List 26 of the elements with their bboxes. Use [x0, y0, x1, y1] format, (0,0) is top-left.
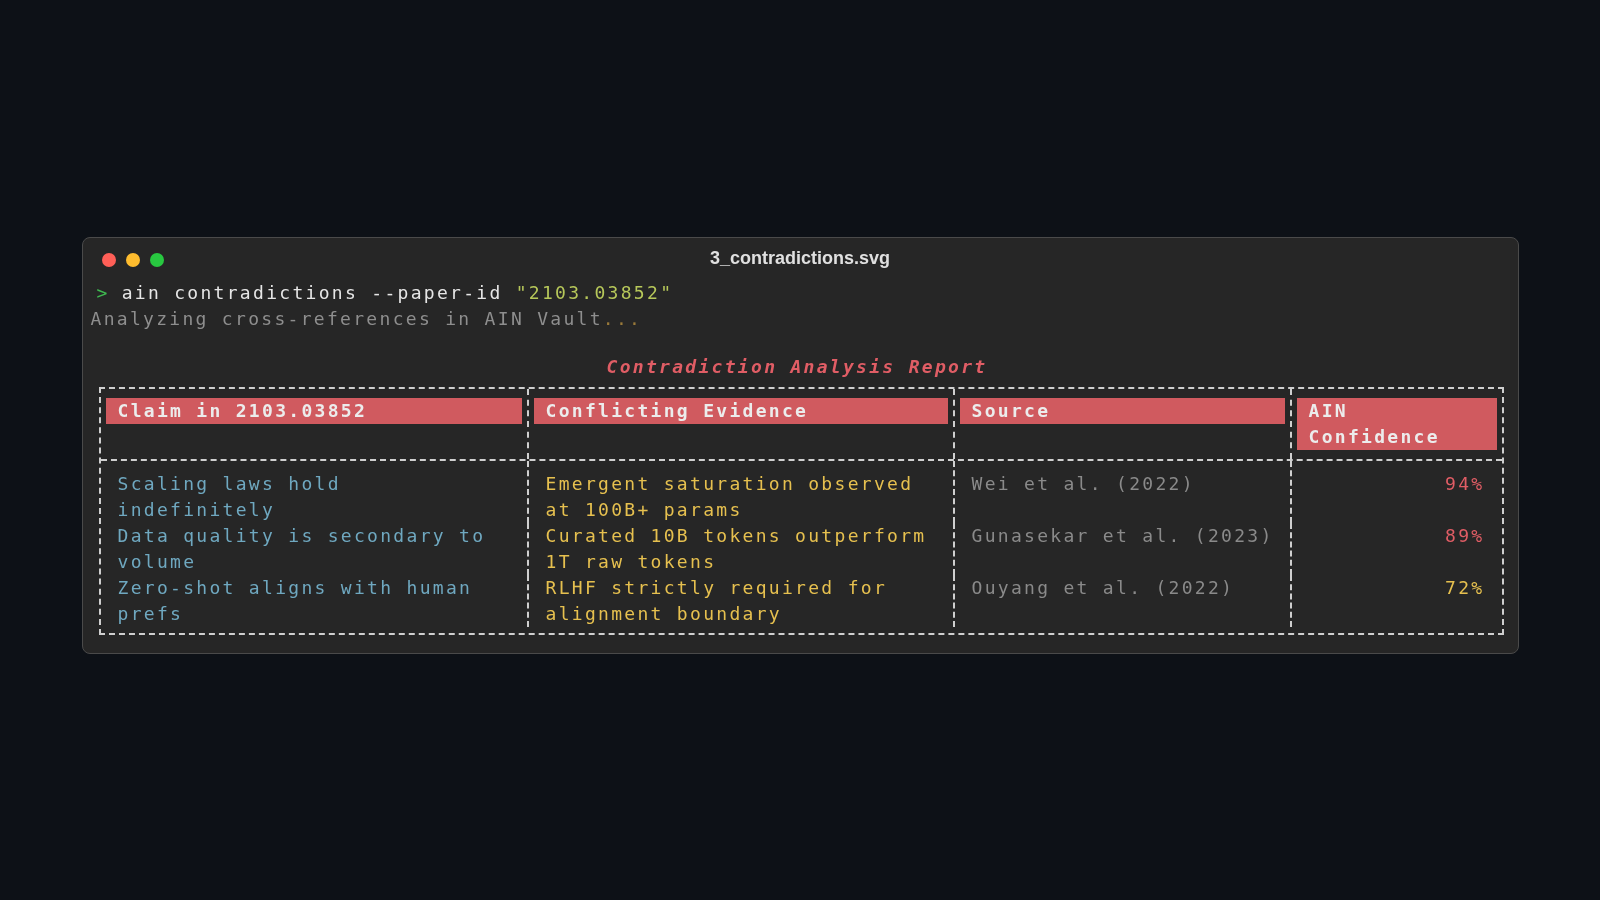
table-cell-text: Emergent saturation observed at 100B+ params [545, 471, 915, 522]
table-cell-text: Zero-shot aligns with human prefs [117, 575, 474, 626]
table-cell: 72% [1445, 576, 1485, 598]
column-header: Claim in 2103.03852 [105, 397, 522, 424]
command-argument: "2103.03852" [515, 280, 674, 305]
status-text: Analyzing cross-references in AIN Vault [90, 306, 603, 331]
table-cell-text: Curated 10B tokens outperform 1T raw tokens [545, 523, 928, 574]
table-cell: Gunasekar et al. (2023) [971, 524, 1274, 546]
command-text: ain contradictions --paper-id [121, 280, 503, 305]
table-cell-text: RLHF strictly required for alignment boundary [545, 575, 889, 626]
table-cell: Ouyang et al. (2022) [971, 576, 1235, 598]
table-cell-text: Data quality is secondary to volume [117, 523, 487, 574]
minimize-button[interactable] [125, 252, 140, 267]
window-title: 3_contradictions.svg [709, 248, 891, 269]
maximize-button[interactable] [149, 252, 164, 267]
column-header: Source [959, 397, 1285, 424]
prompt-symbol: > [96, 280, 110, 305]
table-cell: 89% [1445, 524, 1485, 546]
table-cell-text: Scaling laws hold indefinitely [117, 471, 342, 522]
column-header: Conflicting Evidence [533, 397, 948, 424]
column-header: AIN Confidence [1296, 397, 1497, 450]
table-cell: Wei et al. (2022) [971, 472, 1195, 494]
report-title: Contradiction Analysis Report [606, 355, 988, 377]
status-ellipsis: ... [602, 306, 643, 331]
table-cell: 94% [1445, 472, 1485, 494]
close-button[interactable] [101, 252, 116, 267]
